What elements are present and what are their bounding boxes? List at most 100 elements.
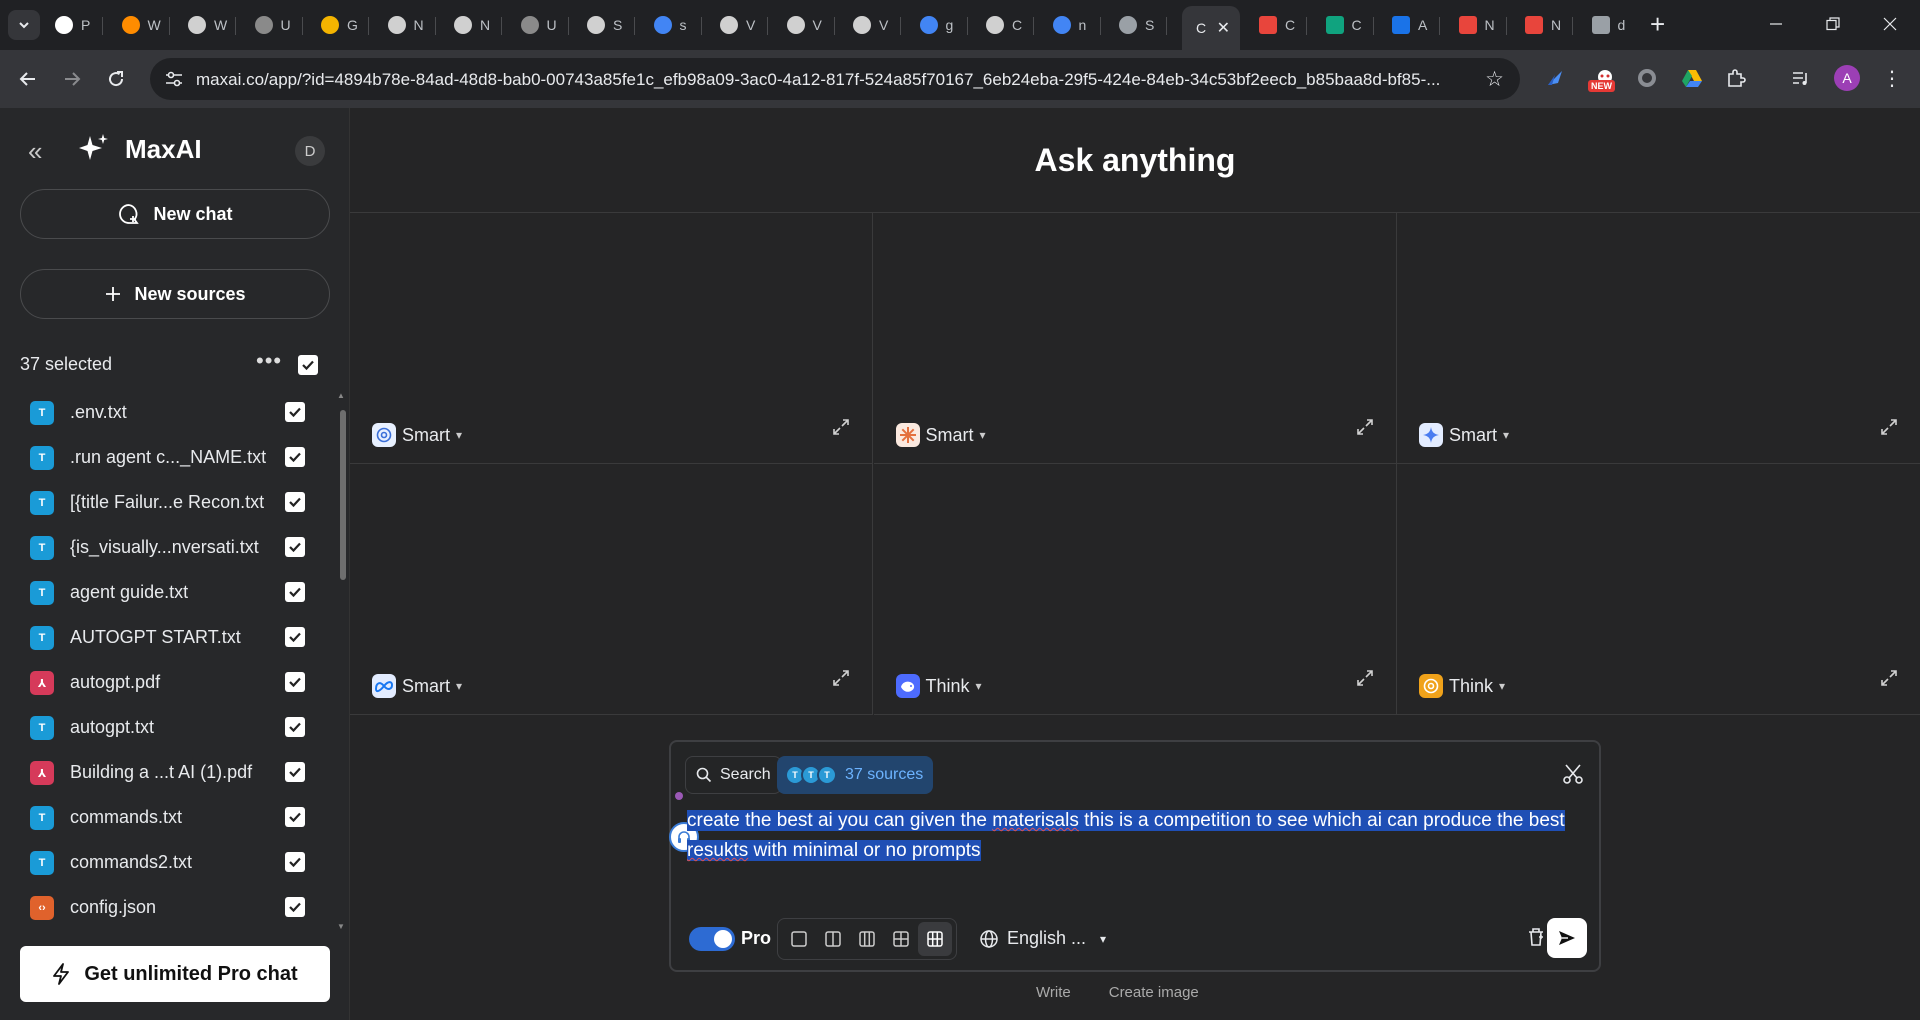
layout-2-icon[interactable] bbox=[816, 922, 850, 956]
extension-maxai-icon[interactable] bbox=[1635, 66, 1659, 90]
browser-tab[interactable]: g bbox=[911, 8, 968, 42]
back-button[interactable] bbox=[12, 64, 44, 94]
google-drive-icon[interactable] bbox=[1680, 66, 1704, 90]
language-select[interactable]: English ... ▾ bbox=[979, 928, 1106, 949]
layout-1-icon[interactable] bbox=[782, 922, 816, 956]
browser-tab[interactable]: s bbox=[645, 8, 702, 42]
file-checkbox[interactable] bbox=[285, 762, 305, 782]
model-selector[interactable]: Smart ▾ bbox=[895, 423, 986, 447]
browser-tab[interactable]: C bbox=[1250, 8, 1307, 42]
close-tab-icon[interactable]: ✕ bbox=[1217, 18, 1230, 38]
browser-tab[interactable]: N bbox=[379, 8, 436, 42]
source-file-item[interactable]: Tcommands.txt bbox=[0, 795, 336, 840]
source-file-item[interactable]: ⅄ Building a ...t AI (1).pdf bbox=[0, 750, 336, 795]
profile-avatar[interactable]: A bbox=[1834, 65, 1860, 91]
file-checkbox[interactable] bbox=[285, 672, 305, 692]
extensions-puzzle-icon[interactable] bbox=[1724, 66, 1748, 90]
model-selector[interactable]: Smart ▾ bbox=[372, 423, 462, 447]
browser-tab[interactable]: V bbox=[711, 8, 768, 42]
browser-tab[interactable]: N bbox=[1516, 8, 1573, 42]
prompt-input[interactable]: create the best ai you can given the mat… bbox=[687, 806, 1567, 866]
file-checkbox[interactable] bbox=[285, 897, 305, 917]
tab-create-image[interactable]: Create image bbox=[1109, 984, 1199, 1001]
collapse-sidebar-icon[interactable]: « bbox=[28, 136, 42, 167]
scrollbar-thumb[interactable] bbox=[340, 410, 346, 580]
scissors-icon[interactable] bbox=[1561, 762, 1585, 791]
source-file-item[interactable]: ‹› config.json bbox=[0, 885, 336, 930]
browser-tab[interactable]: N bbox=[445, 8, 502, 42]
file-checkbox[interactable] bbox=[285, 807, 305, 827]
address-bar[interactable]: maxai.co/app/?id=4894b78e-84ad-48d8-bab0… bbox=[150, 58, 1520, 100]
source-file-item[interactable]: T .run agent c..._NAME.txt bbox=[0, 435, 336, 480]
browser-menu-icon[interactable]: ⋮ bbox=[1880, 66, 1904, 90]
browser-tab[interactable]: n bbox=[1044, 8, 1101, 42]
new-tab-button[interactable]: + bbox=[1650, 10, 1665, 38]
more-options-icon[interactable]: ••• bbox=[256, 348, 282, 374]
file-checkbox[interactable] bbox=[285, 537, 305, 557]
new-chat-button[interactable]: New chat bbox=[20, 189, 330, 239]
source-file-item[interactable]: ⅄ autogpt.pdf bbox=[0, 660, 336, 705]
browser-tab[interactable]: S bbox=[1110, 8, 1167, 42]
expand-icon[interactable] bbox=[1356, 418, 1374, 441]
file-checkbox[interactable] bbox=[285, 852, 305, 872]
browser-tab[interactable]: G bbox=[312, 8, 369, 42]
browser-tab[interactable]: W bbox=[113, 8, 170, 42]
layout-4-icon[interactable] bbox=[884, 922, 918, 956]
file-checkbox[interactable] bbox=[285, 402, 305, 422]
source-file-item[interactable]: T {is_visually...nversati.txt bbox=[0, 525, 336, 570]
source-file-item[interactable]: T AUTOGPT START.txt bbox=[0, 615, 336, 660]
source-file-item[interactable]: T [{title Failur...e Recon.txt bbox=[0, 480, 336, 525]
browser-tab[interactable]: U bbox=[246, 8, 303, 42]
select-all-checkbox[interactable] bbox=[298, 355, 318, 375]
browser-tab[interactable]: V bbox=[844, 8, 901, 42]
restore-button[interactable] bbox=[1813, 8, 1853, 40]
layout-6-icon[interactable] bbox=[918, 922, 952, 956]
get-pro-button[interactable]: Get unlimited Pro chat bbox=[20, 946, 330, 1002]
expand-icon[interactable] bbox=[832, 418, 850, 441]
file-checkbox[interactable] bbox=[285, 582, 305, 602]
source-file-item[interactable]: Tautogpt.txt bbox=[0, 705, 336, 750]
file-checkbox[interactable] bbox=[285, 717, 305, 737]
browser-tab[interactable]: C bbox=[977, 8, 1034, 42]
model-selector[interactable]: Think ▾ bbox=[895, 674, 982, 698]
bookmark-star-icon[interactable]: ☆ bbox=[1485, 67, 1504, 92]
scroll-up-arrow[interactable]: ▲ bbox=[337, 391, 345, 400]
expand-icon[interactable] bbox=[1880, 418, 1898, 441]
search-toggle[interactable]: Search bbox=[685, 756, 782, 794]
browser-tab[interactable]: P bbox=[46, 8, 103, 42]
sidebar-scrollbar[interactable] bbox=[338, 390, 346, 930]
clear-context-icon[interactable] bbox=[1523, 924, 1549, 955]
forward-button[interactable] bbox=[56, 64, 88, 94]
extension-arrow-icon[interactable] bbox=[1543, 66, 1567, 90]
site-settings-icon[interactable] bbox=[164, 69, 184, 89]
browser-tab[interactable]: W bbox=[179, 8, 236, 42]
pro-toggle[interactable] bbox=[689, 927, 735, 951]
tab-write[interactable]: Write bbox=[1036, 984, 1071, 1001]
browser-tab[interactable]: S bbox=[578, 8, 635, 42]
user-avatar[interactable]: D bbox=[295, 136, 325, 166]
file-checkbox[interactable] bbox=[285, 492, 305, 512]
file-checkbox[interactable] bbox=[285, 627, 305, 647]
model-selector[interactable]: Smart ▾ bbox=[1419, 423, 1509, 447]
expand-icon[interactable] bbox=[1356, 669, 1374, 692]
close-window-button[interactable] bbox=[1870, 8, 1910, 40]
new-sources-button[interactable]: New sources bbox=[20, 269, 330, 319]
browser-tab[interactable]: N bbox=[1450, 8, 1507, 42]
source-file-item[interactable]: T .env.txt bbox=[0, 390, 336, 435]
browser-tab[interactable]: C bbox=[1317, 8, 1374, 42]
browser-tab[interactable]: U bbox=[512, 8, 569, 42]
reload-button[interactable] bbox=[100, 64, 132, 94]
active-tab[interactable]: C ✕ bbox=[1182, 6, 1240, 50]
browser-tab[interactable]: A bbox=[1383, 8, 1440, 42]
tab-search-button[interactable] bbox=[8, 10, 40, 40]
extension-new-icon[interactable]: NEW bbox=[1588, 66, 1622, 92]
scroll-down-arrow[interactable]: ▼ bbox=[337, 922, 345, 931]
model-selector[interactable]: Think ▾ bbox=[1419, 674, 1505, 698]
sources-chip[interactable]: T T T 37 sources bbox=[777, 756, 934, 794]
browser-tab[interactable]: V bbox=[778, 8, 835, 42]
model-selector[interactable]: Smart ▾ bbox=[372, 674, 462, 698]
file-checkbox[interactable] bbox=[285, 447, 305, 467]
browser-tab[interactable]: d bbox=[1583, 8, 1640, 42]
source-file-item[interactable]: Tcommands2.txt bbox=[0, 840, 336, 885]
expand-icon[interactable] bbox=[1880, 669, 1898, 692]
